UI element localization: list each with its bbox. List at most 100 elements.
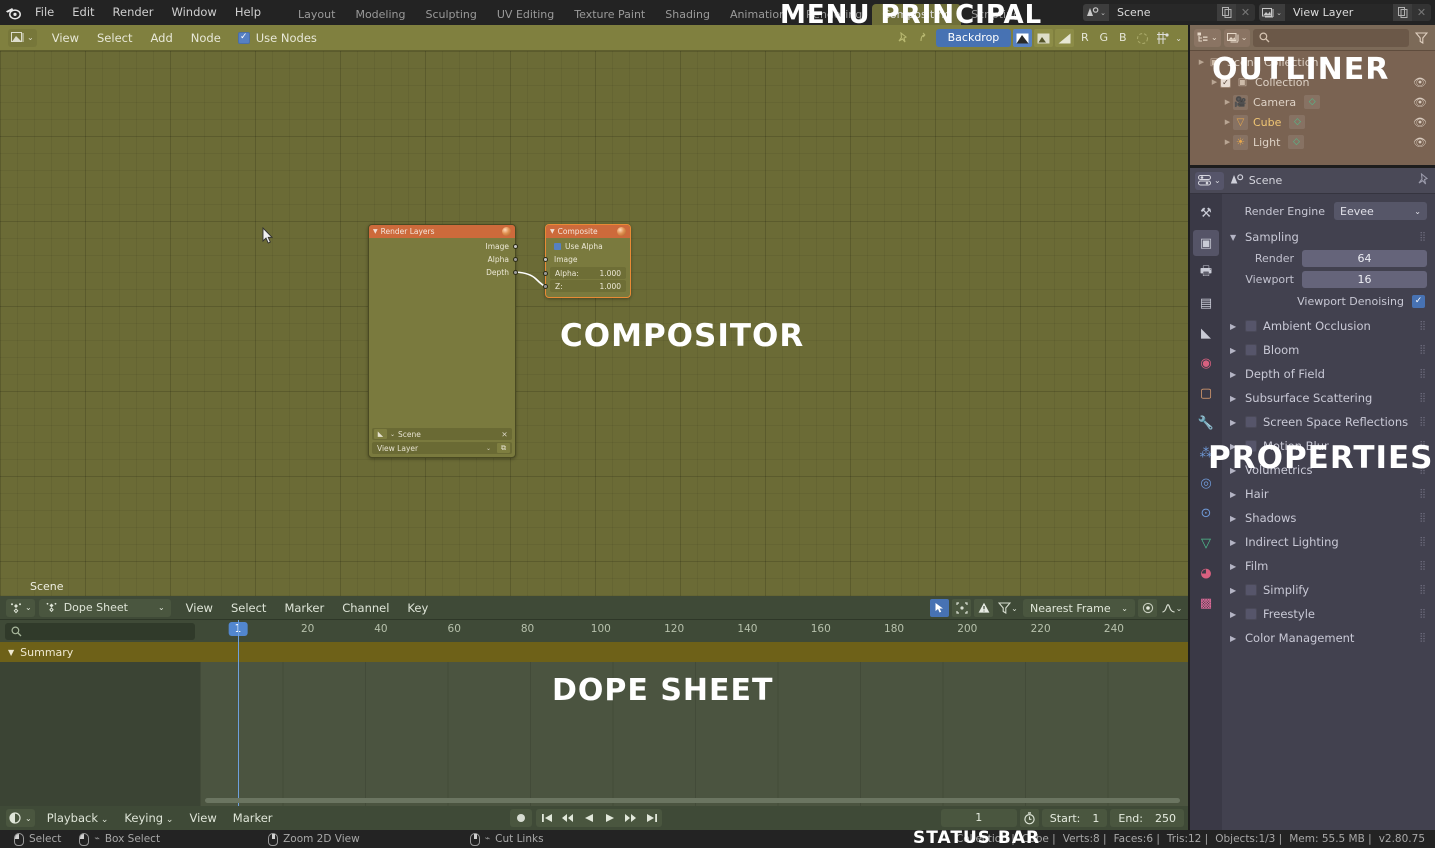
- panel-enable-checkbox[interactable]: [1245, 416, 1257, 428]
- horizontal-scrollbar[interactable]: [205, 798, 1180, 803]
- node-viewlayer-field[interactable]: View Layer ⌄ ⧉: [372, 442, 512, 454]
- visibility-eye-icon[interactable]: 👁: [1413, 136, 1427, 149]
- field-value[interactable]: 1.000: [600, 269, 621, 278]
- properties-panel-color-management[interactable]: ▶ Color Management ⣿: [1222, 626, 1435, 650]
- use-alpha-checkbox[interactable]: [554, 243, 561, 250]
- sampling-panel-header[interactable]: ▼ Sampling ⣿: [1222, 225, 1435, 249]
- warning-icon[interactable]: [974, 599, 993, 617]
- workspace-tab-sculpting[interactable]: Sculpting: [416, 4, 487, 25]
- properties-editor-icon[interactable]: ⌄: [1195, 171, 1224, 190]
- viewport-denoising-checkbox[interactable]: ✓: [1412, 294, 1425, 308]
- node-output-depth[interactable]: Depth: [369, 266, 518, 279]
- alpha-icon[interactable]: [1055, 29, 1075, 47]
- channel-g-button[interactable]: G: [1095, 29, 1112, 47]
- properties-tab-scene[interactable]: ◣: [1193, 320, 1219, 346]
- properties-tab-texture[interactable]: ▩: [1193, 590, 1219, 616]
- outliner-display-icon[interactable]: ⌄: [1194, 28, 1221, 47]
- properties-tab-output[interactable]: 🖶: [1193, 260, 1219, 286]
- node-scene-field[interactable]: ◣ ⌄ Scene ✕: [372, 428, 512, 440]
- properties-tab-tool[interactable]: ⚒: [1193, 200, 1219, 226]
- properties-panel-simplify[interactable]: ▶ Simplify ⣿: [1222, 578, 1435, 602]
- menu-file[interactable]: File: [26, 0, 63, 25]
- playhead[interactable]: [238, 620, 239, 806]
- compositor-menu-select[interactable]: Select: [88, 25, 141, 51]
- filter-id-icon[interactable]: ⌄: [1223, 28, 1251, 47]
- menu-window[interactable]: Window: [162, 0, 225, 25]
- field-value[interactable]: 1.000: [600, 282, 621, 291]
- compositor-menu-node[interactable]: Node: [182, 25, 230, 51]
- properties-tab-object-data[interactable]: ▽: [1193, 530, 1219, 556]
- jump-start-icon[interactable]: [536, 809, 557, 827]
- properties-panel-film[interactable]: ▶ Film ⣿: [1222, 554, 1435, 578]
- node-render-layers[interactable]: ▼ Render Layers Image Alpha Depth ◣ ⌄ Scene ✕ Vie…: [368, 224, 518, 458]
- snap-icon[interactable]: [1154, 29, 1173, 47]
- next-keyframe-icon[interactable]: [620, 809, 641, 827]
- input-socket[interactable]: [543, 257, 548, 262]
- timeline-menu-playback[interactable]: Playback: [39, 806, 117, 830]
- record-icon[interactable]: [510, 809, 532, 827]
- properties-panel-hair[interactable]: ▶ Hair ⣿: [1222, 482, 1435, 506]
- unlink-viewlayer-icon[interactable]: ✕: [1412, 4, 1431, 21]
- panel-enable-checkbox[interactable]: [1245, 320, 1257, 332]
- color-alpha-icon[interactable]: [1013, 29, 1033, 47]
- compositor-menu-add[interactable]: Add: [141, 25, 181, 51]
- viewlayer-selector[interactable]: ⌄ View Layer ✕: [1259, 4, 1431, 21]
- properties-panel-screen-space-reflections[interactable]: ▶ Screen Space Reflections ⣿: [1222, 410, 1435, 434]
- node-input-z[interactable]: Z: 1.000: [543, 280, 630, 292]
- properties-tab-world[interactable]: ◉: [1193, 350, 1219, 376]
- easing-curve-icon[interactable]: ⌄: [1160, 599, 1184, 617]
- pin-icon[interactable]: [894, 29, 913, 47]
- x-icon[interactable]: ✕: [499, 430, 510, 439]
- funnel-icon[interactable]: ⌄: [996, 599, 1020, 617]
- node-viewlayer-value[interactable]: View Layer: [377, 444, 418, 453]
- properties-panel-shadows[interactable]: ▶ Shadows ⣿: [1222, 506, 1435, 530]
- sampling-render-field[interactable]: 64: [1302, 250, 1427, 267]
- output-socket[interactable]: [513, 257, 518, 262]
- menu-edit[interactable]: Edit: [63, 0, 103, 25]
- timeline-menu-marker[interactable]: Marker: [225, 806, 281, 830]
- disclosure-triangle-icon[interactable]: ▶: [1222, 138, 1233, 146]
- properties-tab-render[interactable]: ▣: [1193, 230, 1219, 256]
- visibility-eye-icon[interactable]: 👁: [1413, 76, 1427, 89]
- backdrop-toggle[interactable]: Backdrop: [935, 29, 1012, 47]
- node-header[interactable]: ▼ Composite: [546, 225, 630, 238]
- properties-tab-object[interactable]: ▢: [1193, 380, 1219, 406]
- properties-panel-ambient-occlusion[interactable]: ▶ Ambient Occlusion ⣿: [1222, 314, 1435, 338]
- workspace-tab-uv-editing[interactable]: UV Editing: [487, 4, 564, 25]
- only-selected-icon[interactable]: [952, 599, 971, 617]
- menu-render[interactable]: Render: [104, 0, 163, 25]
- properties-panel-freestyle[interactable]: ▶ Freestyle ⣿: [1222, 602, 1435, 626]
- color-icon[interactable]: [1034, 29, 1054, 47]
- use-alpha-row[interactable]: Use Alpha: [546, 240, 630, 253]
- use-nodes-toggle[interactable]: ✓ Use Nodes: [237, 31, 317, 45]
- properties-tab-modifiers[interactable]: 🔧: [1193, 410, 1219, 436]
- dopesheet-ruler[interactable]: 120406080100120140160180200220240: [200, 620, 1188, 642]
- dopesheet-search-input[interactable]: [5, 622, 195, 640]
- node-scene-value[interactable]: Scene: [398, 430, 421, 439]
- panel-enable-checkbox[interactable]: [1245, 584, 1257, 596]
- scene-name[interactable]: Scene: [1109, 4, 1217, 21]
- camera-data-icon[interactable]: ◇: [1304, 95, 1321, 109]
- proportional-edit-icon[interactable]: [1133, 29, 1152, 47]
- dopesheet-mode-dropdown[interactable]: Dope Sheet ⌄: [38, 598, 171, 617]
- properties-panel-bloom[interactable]: ▶ Bloom ⣿: [1222, 338, 1435, 362]
- outliner-search-input[interactable]: [1253, 28, 1409, 47]
- channel-summary[interactable]: ▼ Summary: [0, 642, 200, 662]
- mesh-data-icon[interactable]: ◇: [1289, 115, 1306, 129]
- viewlayer-icon[interactable]: ⌄: [1259, 4, 1285, 21]
- current-frame-field[interactable]: 1: [940, 809, 1017, 827]
- properties-panel-subsurface-scattering[interactable]: ▶ Subsurface Scattering ⣿: [1222, 386, 1435, 410]
- scene-icon[interactable]: ⌄: [1083, 4, 1109, 21]
- new-copy-icon[interactable]: [1217, 4, 1236, 21]
- dopesheet-menu-key[interactable]: Key: [398, 596, 437, 620]
- node-header[interactable]: ▼ Render Layers: [369, 225, 515, 238]
- scene-selector[interactable]: ⌄ Scene ✕: [1083, 4, 1255, 21]
- new-viewlayer-icon[interactable]: [1393, 4, 1412, 21]
- visibility-eye-icon[interactable]: 👁: [1413, 96, 1427, 109]
- node-output-image[interactable]: Image: [369, 240, 518, 253]
- properties-tab-constraints[interactable]: ⊙: [1193, 500, 1219, 526]
- sampling-viewport-field[interactable]: 16: [1302, 271, 1427, 288]
- copy-icon[interactable]: ⧉: [497, 443, 510, 453]
- outliner-row-light[interactable]: ▶ ☀ Light ◇ 👁: [1190, 132, 1435, 152]
- render-engine-dropdown[interactable]: Eevee ⌄: [1334, 202, 1427, 220]
